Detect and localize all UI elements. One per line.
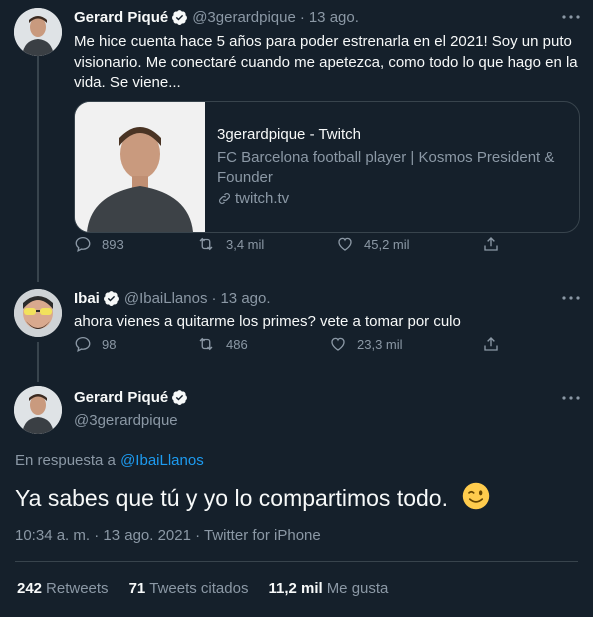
thread-line-1 bbox=[37, 56, 39, 282]
divider-top bbox=[15, 561, 578, 562]
tweet1-time[interactable]: 13 ago. bbox=[309, 9, 359, 26]
tweet2-like-button[interactable]: 23,3 mil bbox=[329, 335, 403, 353]
wink-emoji bbox=[462, 482, 490, 517]
main-tweet-stats: 242 Retweets 71 Tweets citados 11,2 mil Me … bbox=[17, 580, 408, 597]
tweet2-header: Ibai @IbaiLlanos · 13 ago. bbox=[74, 290, 271, 307]
card-domain: twitch.tv bbox=[217, 190, 289, 207]
likes-stat[interactable]: 11,2 mil Me gusta bbox=[268, 580, 388, 597]
tweet2-retweet-count: 486 bbox=[226, 336, 248, 352]
thread-line-2 bbox=[37, 342, 39, 382]
heart-icon bbox=[338, 237, 352, 251]
card-title: 3gerardpique - Twitch bbox=[217, 126, 361, 143]
tweet1-retweet-count: 3,4 mil bbox=[226, 236, 265, 252]
retweet-icon bbox=[199, 237, 213, 251]
quotes-count: 71 bbox=[128, 580, 146, 597]
separator-dot: · bbox=[211, 290, 217, 307]
quotes-stat[interactable]: 71 Tweets citados bbox=[129, 580, 249, 597]
main-tweet-more-button[interactable] bbox=[560, 389, 582, 407]
reply-icon bbox=[75, 336, 91, 352]
verified-icon bbox=[172, 10, 188, 25]
tweet2-retweet-button[interactable]: 486 bbox=[196, 335, 248, 353]
heart-icon bbox=[331, 337, 345, 351]
tweet2-handle[interactable]: @IbaiLlanos bbox=[124, 290, 208, 307]
main-tweet-name-line: Gerard Piqué bbox=[74, 389, 188, 406]
more-icon bbox=[562, 296, 580, 300]
tweet1-handle[interactable]: @3gerardpique bbox=[192, 9, 296, 26]
retweets-count: 242 bbox=[17, 580, 43, 597]
card-domain-text: twitch.tv bbox=[235, 190, 290, 207]
reply-context: En respuesta a @IbaiLlanos bbox=[15, 452, 204, 469]
main-tweet-text: Ya sabes que tú y yo lo compartimos todo… bbox=[15, 485, 448, 511]
tweet1-retweet-button[interactable]: 3,4 mil bbox=[196, 235, 264, 253]
verified-icon bbox=[172, 390, 188, 405]
avatar-gerard[interactable] bbox=[14, 8, 62, 56]
reply-prefix: En respuesta a bbox=[15, 452, 116, 469]
share-icon bbox=[484, 237, 498, 251]
avatar-gerard-main[interactable] bbox=[14, 386, 62, 434]
tweet2-text: ahora vienes a quitarme los primes? vete… bbox=[74, 313, 461, 330]
card-description: FC Barcelona football player | Kosmos Pr… bbox=[217, 149, 555, 186]
avatar-ibai[interactable] bbox=[14, 289, 62, 337]
tweet1-share-button[interactable] bbox=[482, 235, 510, 253]
main-tweet-text-line: Ya sabes que tú y yo lo compartimos todo… bbox=[15, 482, 490, 517]
tweet2-reply-count: 98 bbox=[102, 336, 117, 352]
reply-icon bbox=[75, 236, 91, 252]
tweet1-more-button[interactable] bbox=[560, 8, 582, 26]
tweet1-reply-count: 893 bbox=[102, 236, 124, 252]
retweet-icon bbox=[199, 337, 213, 351]
main-tweet-author-name[interactable]: Gerard Piqué bbox=[74, 389, 168, 406]
main-tweet-handle[interactable]: @3gerardpique bbox=[74, 412, 178, 429]
tweet1-text: Me hice cuenta hace 5 años para poder es… bbox=[74, 33, 578, 91]
likes-label: Me gusta bbox=[326, 580, 389, 597]
tweet2-author-name[interactable]: Ibai bbox=[74, 290, 100, 307]
tweet1-header: Gerard Piqué @3gerardpique · 13 ago. bbox=[74, 9, 359, 26]
share-icon bbox=[484, 337, 498, 351]
tweet1-like-count: 45,2 mil bbox=[364, 236, 410, 252]
tweet2-share-button[interactable] bbox=[482, 335, 510, 353]
retweets-label: Retweets bbox=[46, 580, 109, 597]
tweet1-reply-button[interactable]: 893 bbox=[74, 235, 124, 253]
likes-count: 11,2 mil bbox=[268, 580, 323, 597]
tweet2-time[interactable]: 13 ago. bbox=[220, 290, 270, 307]
tweet1-author-name[interactable]: Gerard Piqué bbox=[74, 9, 168, 26]
verified-icon bbox=[103, 291, 119, 306]
link-icon bbox=[219, 193, 230, 204]
tweet2-more-button[interactable] bbox=[560, 289, 582, 307]
retweets-stat[interactable]: 242 Retweets bbox=[17, 580, 109, 597]
more-icon bbox=[562, 396, 580, 400]
tweet2-reply-button[interactable]: 98 bbox=[74, 335, 116, 353]
quotes-label: Tweets citados bbox=[149, 580, 249, 597]
card-image bbox=[75, 102, 205, 232]
twitch-link-card[interactable]: 3gerardpique - Twitch FC Barcelona footb… bbox=[74, 101, 580, 233]
reply-to-link[interactable]: @IbaiLlanos bbox=[120, 452, 204, 469]
more-icon bbox=[562, 15, 580, 19]
tweet1-like-button[interactable]: 45,2 mil bbox=[336, 235, 410, 253]
tweet2-like-count: 23,3 mil bbox=[357, 336, 403, 352]
separator-dot: · bbox=[299, 9, 305, 26]
main-tweet-timestamp[interactable]: 10:34 a. m. · 13 ago. 2021 · Twitter for… bbox=[15, 527, 321, 544]
